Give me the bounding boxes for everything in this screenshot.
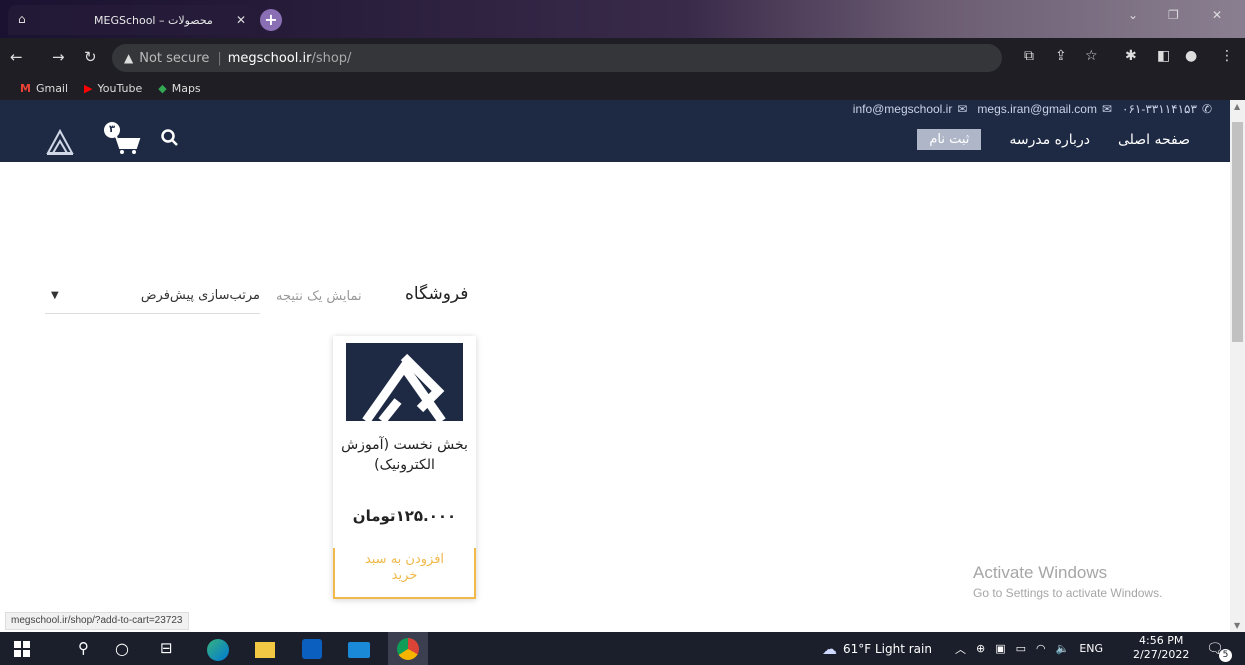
sort-selected-value: مرتب‌سازی پیش‌فرض [140,288,260,303]
share-icon[interactable]: ⇪ [1055,48,1067,64]
add-to-cart-button[interactable]: افزودن به سبد خرید [333,548,476,599]
cloud-rain-icon: ☁ [822,639,837,658]
taskbar-clock[interactable]: 4:56 PM 2/27/2022 [1133,634,1189,662]
system-tray: ︿ ⊕ ▣ ▭ ◠ 🔈 ENG [955,632,1103,665]
clock-date: 2/27/2022 [1133,648,1190,661]
bookmark-youtube[interactable]: ▶ YouTube [84,82,142,95]
chrome-icon [397,638,419,660]
weather-text: 61°F Light rain [843,641,932,656]
chrome-taskbar-button[interactable] [388,632,428,665]
page-title: فروشگاه [405,284,469,304]
volume-icon[interactable]: 🔈 [1056,642,1070,655]
product-title[interactable]: بخش نخست (آموزش الکترونیک) [339,435,470,475]
forward-icon[interactable]: → [52,48,65,66]
activate-subtitle: Go to Settings to activate Windows. [973,586,1163,600]
warning-icon[interactable]: ▲ [124,51,133,65]
battery-icon[interactable]: ▭ [1016,642,1026,655]
contact-email-1[interactable]: ✉ megs.iran@gmail.com [977,102,1112,116]
main-menu: صفحه اصلی درباره مدرسه ثبت نام [917,117,1190,162]
bookmark-star-icon[interactable]: ☆ [1085,48,1098,64]
wifi-icon[interactable]: ◠ [1036,642,1046,655]
browser-tab-strip: ⌂ MEGSchool – محصولات ✕ + ⌄ ❐ ✕ [0,0,1245,38]
bookmark-label: YouTube [97,81,143,95]
tab-title: MEGSchool – محصولات [94,13,213,27]
product-price: ۱۲۵.۰۰۰تومان [352,507,457,525]
maps-icon: ◆ [158,81,167,95]
notification-count-badge: 5 [1219,649,1232,662]
menu-kebab-icon[interactable]: ⋮ [1220,48,1234,64]
chevron-down-icon: ▼ [51,290,59,301]
not-secure-label[interactable]: Not secure [139,51,209,66]
product-logo-icon [362,353,446,421]
nav-home[interactable]: صفحه اصلی [1118,132,1190,148]
address-bar[interactable]: ▲ Not secure | megschool.ir/shop/ [112,44,1002,72]
contact-email-2[interactable]: ✉ info@megschool.ir [853,102,968,116]
bookmarks-bar: M Gmail ▶ YouTube ◆ Maps [0,76,1245,100]
email-address: info@megschool.ir [852,101,953,116]
search-icon[interactable] [160,128,180,148]
restore-window-icon[interactable]: ❐ [1168,8,1179,22]
bookmark-gmail[interactable]: M Gmail [20,82,68,95]
phone-icon: ✆ [1201,101,1212,116]
display-icon[interactable]: ▣ [995,642,1005,655]
search-icon[interactable]: ⚲ [78,639,98,659]
contact-strip: ✆ ۰۶۱-۳۳۱۱۴۱۵۳ ✉ megs.iran@gmail.com ✉ i… [0,100,1230,117]
windows-taskbar: ⚲ ○ ⊟ ☁ 61°F Light rain ︿ ⊕ ▣ ▭ ◠ 🔈 ENG … [0,632,1245,665]
scroll-thumb[interactable] [1232,122,1243,342]
sort-select[interactable]: ▼ مرتب‌سازی پیش‌فرض [45,282,260,314]
contact-phone[interactable]: ✆ ۰۶۱-۳۳۱۱۴۱۵۳ [1122,102,1212,116]
task-view-icon[interactable]: ⊟ [160,639,180,659]
mail-icon[interactable] [348,642,370,658]
product-image[interactable] [346,343,463,421]
url-host: megschool.ir [227,50,312,66]
browser-toolbar: ← → ↻ ▲ Not secure | megschool.ir/shop/ … [0,38,1245,76]
reload-icon[interactable]: ↻ [84,48,97,66]
result-count: نمایش یک نتیجه [276,289,362,304]
language-indicator[interactable]: ENG [1079,642,1103,655]
clock-time: 4:56 PM [1139,634,1184,647]
mail-icon: ✉ [1101,101,1113,116]
network-icon[interactable]: ⊕ [976,642,985,655]
windows-start-icon[interactable] [14,641,30,657]
side-panel-icon[interactable]: ◧ [1157,48,1170,64]
youtube-icon: ▶ [84,81,93,95]
email-address: megs.iran@gmail.com [977,101,1097,116]
nav-register-button[interactable]: ثبت نام [917,129,982,150]
chevron-down-icon[interactable]: ⌄ [1128,8,1138,22]
bookmark-maps[interactable]: ◆ Maps [158,82,200,95]
product-card[interactable]: بخش نخست (آموزش الکترونیک) ۱۲۵.۰۰۰تومان … [333,336,476,599]
bookmark-label: Maps [171,81,201,95]
scroll-down-icon[interactable]: ▼ [1234,621,1240,630]
close-window-icon[interactable]: ✕ [1212,8,1222,22]
profile-avatar-icon[interactable]: ● [1185,48,1197,64]
cortana-icon[interactable]: ○ [115,639,135,659]
site-logo-icon[interactable] [45,126,75,156]
edge-icon[interactable] [207,639,229,661]
extensions-icon[interactable]: ✱ [1125,48,1137,64]
site-favicon-icon: ⌂ [18,12,26,26]
back-icon[interactable]: ← [10,48,23,66]
file-explorer-icon[interactable] [255,642,275,658]
scroll-up-icon[interactable]: ▲ [1234,102,1240,111]
chevron-up-icon[interactable]: ︿ [955,641,966,657]
page-scrollbar[interactable]: ▲ ▼ [1230,100,1245,632]
activate-title: Activate Windows [973,563,1108,582]
new-tab-button[interactable]: + [260,9,282,31]
cart-count-badge: ۳ [104,122,120,138]
status-bar-url: megschool.ir/shop/?add-to-cart=23723 [5,612,189,630]
nav-about[interactable]: درباره مدرسه [1009,132,1090,148]
weather-widget[interactable]: ☁ 61°F Light rain [822,632,932,665]
close-tab-icon[interactable]: ✕ [236,13,246,27]
url-path: /shop/ [311,50,352,66]
mail-icon: ✉ [957,101,968,116]
activate-windows-watermark: Activate Windows Go to Settings to activ… [973,563,1162,600]
site-navbar: صفحه اصلی درباره مدرسه ثبت نام [0,117,1230,162]
translate-icon[interactable]: ⧉ [1024,48,1034,64]
url-separator: | [217,50,222,66]
browser-tab[interactable]: ⌂ MEGSchool – محصولات ✕ [8,5,256,35]
store-icon[interactable] [302,639,322,659]
bookmark-label: Gmail [35,81,69,95]
gmail-icon: M [20,81,31,95]
phone-number: ۰۶۱-۳۳۱۱۴۱۵۳ [1122,101,1197,116]
